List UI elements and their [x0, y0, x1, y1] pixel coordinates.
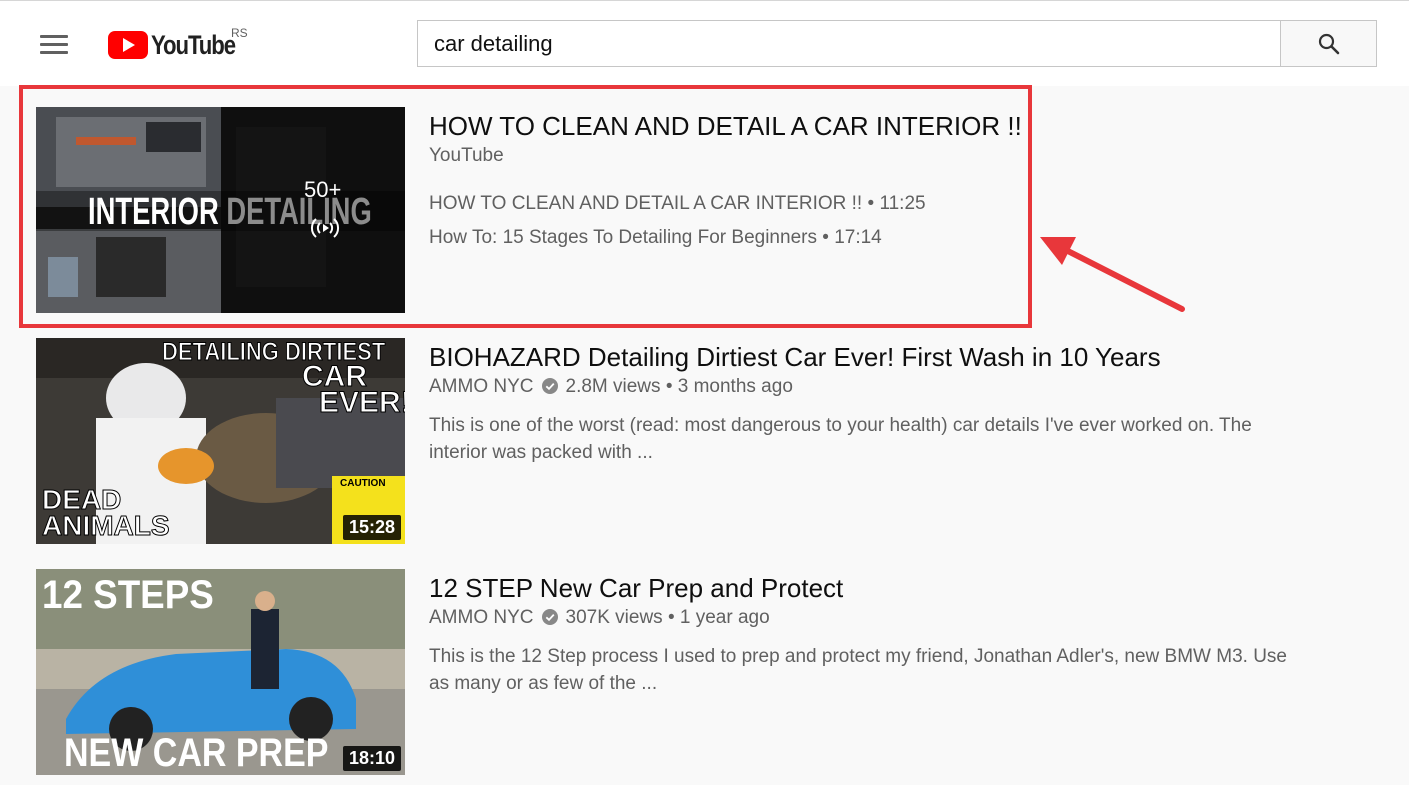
separator: •: [867, 193, 875, 214]
search-box: [417, 20, 1281, 67]
separator: •: [665, 376, 673, 397]
view-count: 2.8M views: [565, 376, 661, 397]
view-count: 307K views: [565, 607, 663, 628]
video-result: 12 STEPS NEW CAR PREP 18:10 12 STEP New …: [36, 569, 1386, 775]
video-description: This is the 12 Step process I used to pr…: [429, 646, 1287, 694]
video-title[interactable]: BIOHAZARD Detailing Dirtiest Car Ever! F…: [429, 340, 1379, 374]
playlist-item[interactable]: How To: 15 Stages To Detailing For Begin…: [429, 221, 1379, 255]
thumbnail-text-bottom: NEW CAR PREP: [64, 731, 329, 775]
thumbnail-text-ever: EVER!: [319, 386, 405, 420]
video-thumbnail[interactable]: 12 STEPS NEW CAR PREP 18:10: [36, 569, 405, 775]
video-duration: 15:28: [342, 515, 401, 540]
verified-icon: [541, 378, 558, 394]
video-result: DETAILING DIRTIEST CAR EVER! DEAD ANIMAL…: [36, 338, 1386, 544]
playlist-overlay: [221, 107, 405, 313]
playlist-item[interactable]: HOW TO CLEAN AND DETAIL A CAR INTERIOR !…: [429, 187, 1379, 221]
playlist-thumbnail[interactable]: INTERIOR DETAILING 50+: [36, 107, 405, 313]
video-title[interactable]: 12 STEP New Car Prep and Protect: [429, 571, 1379, 605]
upload-age: 1 year ago: [679, 607, 770, 628]
video-meta: BIOHAZARD Detailing Dirtiest Car Ever! F…: [429, 338, 1379, 466]
video-description: This is one of the worst (read: most dan…: [429, 415, 1252, 463]
separator: •: [667, 607, 675, 628]
search-button[interactable]: [1280, 20, 1377, 67]
playlist-title[interactable]: HOW TO CLEAN AND DETAIL A CAR INTERIOR !…: [429, 109, 1379, 143]
upload-age: 3 months ago: [677, 376, 793, 397]
thumbnail-text-top: 12 STEPS: [42, 573, 214, 617]
playlist-meta: HOW TO CLEAN AND DETAIL A CAR INTERIOR !…: [429, 107, 1379, 255]
playlist-item-title: HOW TO CLEAN AND DETAIL A CAR INTERIOR !…: [429, 193, 863, 214]
video-duration: 18:10: [342, 746, 401, 771]
thumbnail-caution: CAUTION: [340, 478, 386, 489]
live-broadcast-icon: [310, 218, 340, 238]
search-icon: [1318, 33, 1340, 55]
playlist-item-duration: 17:14: [834, 227, 882, 248]
country-code: RS: [231, 26, 248, 40]
video-thumbnail[interactable]: DETAILING DIRTIEST CAR EVER! DEAD ANIMAL…: [36, 338, 405, 544]
channel-name[interactable]: AMMO NYC: [429, 376, 534, 397]
logo-text: YouTube: [151, 30, 236, 60]
video-byline: AMMO NYC 307K views • 1 year ago: [429, 605, 1379, 631]
video-count: 50+: [304, 177, 342, 202]
verified-icon: [541, 609, 558, 625]
video-meta: 12 STEP New Car Prep and Protect AMMO NY…: [429, 569, 1379, 697]
playlist-item-duration: 11:25: [879, 193, 926, 214]
menu-icon[interactable]: [38, 33, 68, 55]
separator: •: [822, 227, 829, 248]
youtube-play-icon: [108, 31, 148, 59]
playlist-item-title: How To: 15 Stages To Detailing For Begin…: [429, 227, 817, 248]
thumbnail-text-animals: ANIMALS: [42, 510, 171, 542]
annotation-arrow: [1040, 237, 1185, 312]
search-input[interactable]: [418, 21, 1280, 66]
channel-name[interactable]: YouTube: [429, 143, 1379, 169]
video-byline: AMMO NYC 2.8M views • 3 months ago: [429, 374, 1379, 400]
channel-name[interactable]: AMMO NYC: [429, 607, 534, 628]
masthead: YouTube RS: [0, 0, 1409, 86]
